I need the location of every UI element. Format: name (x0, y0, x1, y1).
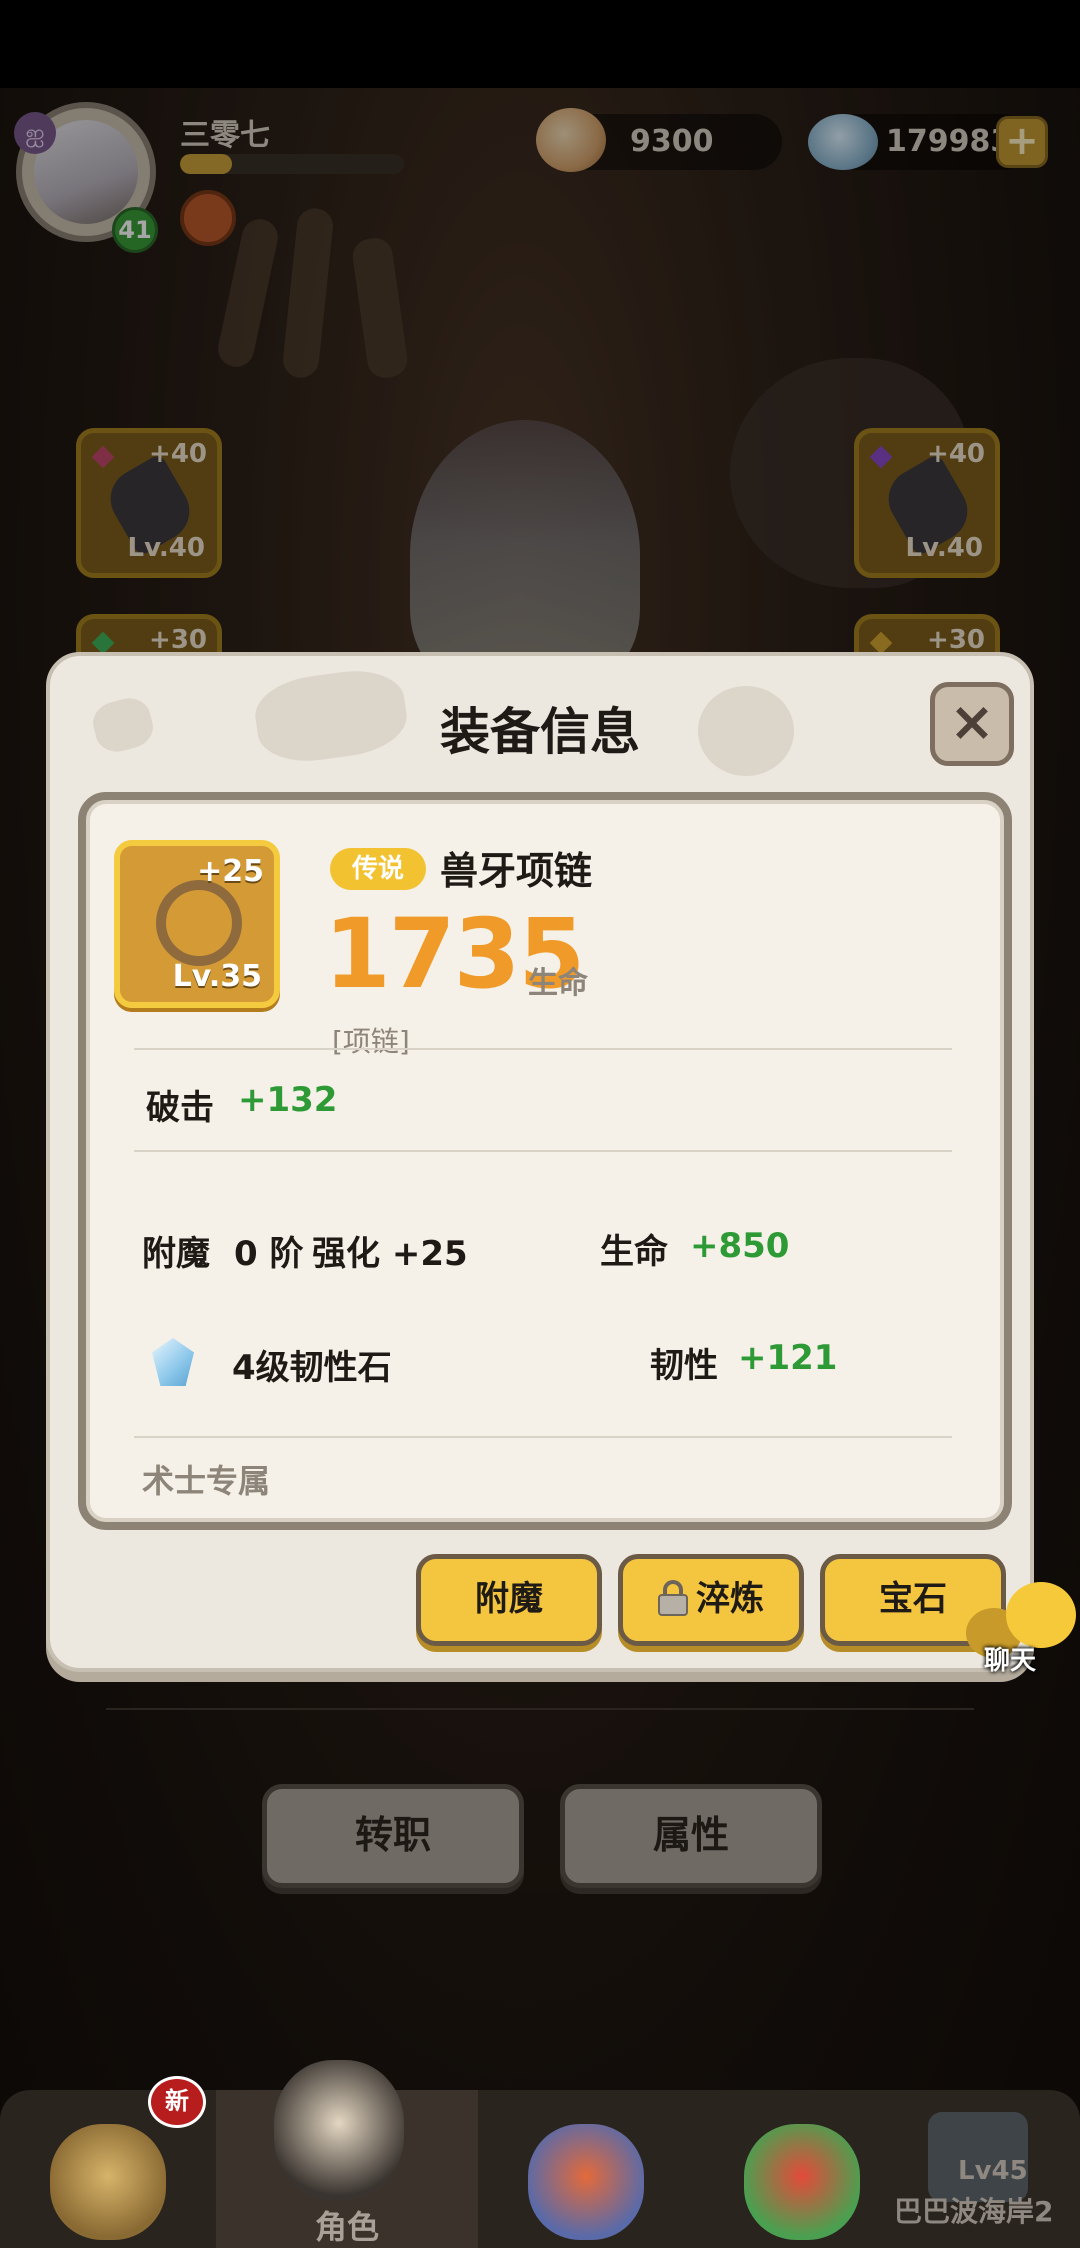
attributes-button[interactable]: 属性 (560, 1784, 822, 1888)
item-name: 兽牙项链 (440, 849, 593, 893)
divider (134, 1150, 952, 1152)
tribe-icon (50, 2124, 166, 2240)
hp-label: 生命 (600, 1232, 668, 1272)
item-type: [项链] (332, 1025, 410, 1058)
locked-level: Lv45 (958, 2156, 1028, 2186)
divider (134, 1436, 952, 1438)
close-button[interactable]: × (930, 682, 1014, 766)
rarity-badge: 传说 (330, 848, 426, 890)
enchant-tier: 0 阶 (234, 1234, 304, 1274)
equipment-info-dialog: 装备信息 × +25 Lv.35 传说 兽牙项链 1735 生命 [项链] 破击… (46, 652, 1034, 1672)
locked-stage-name: 巴巴波海岸2 (894, 2195, 1054, 2228)
role-icon (274, 2060, 404, 2200)
crit-label: 破击 (146, 1088, 214, 1128)
temper-button[interactable]: 淬炼 (618, 1554, 804, 1646)
enchant-label: 附魔 (142, 1234, 210, 1274)
nav-role-label: 角色 (314, 2208, 379, 2246)
crit-value: +132 (238, 1080, 338, 1120)
item-level: Lv.35 (172, 959, 262, 994)
divider (134, 1048, 952, 1050)
temper-button-label: 淬炼 (696, 1579, 764, 1619)
toughness-label: 韧性 (650, 1346, 718, 1386)
enchant-button-label: 附魔 (475, 1579, 543, 1619)
new-badge: 新 (148, 2076, 206, 2128)
enchant-button[interactable]: 附魔 (416, 1554, 602, 1646)
item-power-label: 生命 (528, 966, 588, 1001)
job-change-button[interactable]: 转职 (262, 1784, 524, 1888)
class-exclusive-text: 术士专属 (142, 1462, 271, 1500)
toughness-value: +121 (738, 1338, 838, 1378)
item-card: +25 Lv.35 传说 兽牙项链 1735 生命 [项链] 破击 +132 附… (78, 792, 1012, 1530)
nav-item-role[interactable]: 角色 (216, 2060, 478, 2248)
pet-icon (744, 2124, 860, 2240)
item-icon-frame[interactable]: +25 Lv.35 (114, 840, 280, 1008)
enhance-level: 强化 +25 (312, 1234, 468, 1274)
chat-bubble-icon (1006, 1582, 1076, 1648)
hp-value: +850 (690, 1226, 790, 1266)
toughness-gem-icon (152, 1338, 194, 1386)
chat-label: 聊天 (984, 1646, 1037, 1676)
game-screen: +40 Lv.40 +40 Lv.40 +30 +30 ஐ 41 三零七 930… (0, 0, 1080, 2248)
divider (106, 1708, 974, 1710)
nav-item-guild[interactable] (478, 2090, 694, 2248)
gem-button-label: 宝石 (879, 1579, 947, 1619)
guild-icon (528, 2124, 644, 2240)
chat-button[interactable]: 聊天 (966, 1582, 1078, 1676)
necklace-icon (156, 880, 242, 966)
item-plus: +25 (197, 854, 264, 889)
lock-icon (658, 1580, 688, 1616)
status-bar (0, 0, 1080, 88)
gem-name: 4级韧性石 (232, 1348, 392, 1388)
dialog-title: 装备信息 (440, 703, 640, 761)
